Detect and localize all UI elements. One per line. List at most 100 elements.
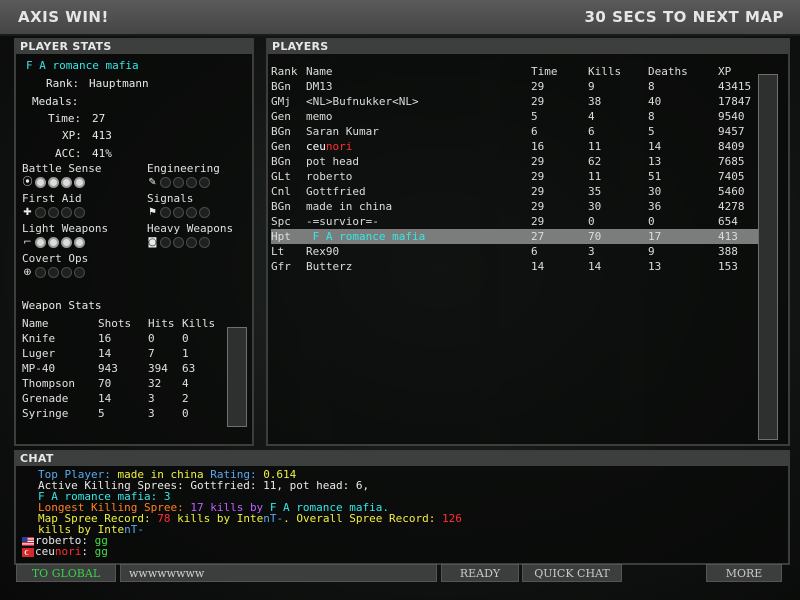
player-cell: 29 <box>531 185 545 198</box>
weapon-stats-scrollbar[interactable] <box>227 327 247 427</box>
player-cell: BGn <box>271 155 291 168</box>
player-cell: BGn <box>271 200 291 213</box>
player-cell: Cnl <box>271 185 291 198</box>
player-cell: 654 <box>718 215 738 228</box>
player-cell: 51 <box>648 170 662 183</box>
weapon-cell: Luger <box>22 347 56 360</box>
skill-star-icon <box>199 177 210 188</box>
player-row[interactable]: Spc -=survior=- 29 0 0 654 <box>271 214 759 229</box>
weapon-cell: 3 <box>148 407 155 420</box>
weapon-stats-header: Name <box>22 317 49 330</box>
player-cell: 62 <box>588 155 602 168</box>
heavy-weapon-icon: ◙ <box>147 237 158 248</box>
skill-name: Battle Sense <box>22 162 102 175</box>
chat-input[interactable]: wwwwwwww <box>120 564 437 582</box>
skill-level-stars: ⌐ <box>22 237 85 248</box>
player-cell: 6 <box>531 125 538 138</box>
winner-banner: AXIS WIN! <box>18 8 109 26</box>
chat-overall-count: 126 <box>442 512 462 525</box>
weapon-cell: 2 <box>182 392 189 405</box>
weapon-row: Thompson 70 32 4 <box>22 376 222 391</box>
weapon-cell: 63 <box>182 362 196 375</box>
player-cell: Butterz <box>306 260 353 273</box>
skill-name: Covert Ops <box>22 252 89 265</box>
player-cell: GLt <box>271 170 291 183</box>
player-row[interactable]: BGn Saran Kumar 6 6 5 9457 <box>271 124 759 139</box>
player-cell: 17847 <box>718 95 752 108</box>
skill-name: First Aid <box>22 192 82 205</box>
weapon-cell: 14 <box>98 347 112 360</box>
player-cell: pot head <box>306 155 359 168</box>
player-row[interactable]: GLt roberto 29 11 51 7405 <box>271 169 759 184</box>
weapon-cell: 5 <box>98 407 105 420</box>
chat-map-record-name-b: nT- <box>263 512 284 525</box>
player-cell: 17 <box>648 229 718 244</box>
player-row[interactable]: Gfr Butterz 14 14 13 153 <box>271 259 759 274</box>
time-value: 27 <box>92 112 106 125</box>
player-cell: 0 <box>588 215 595 228</box>
weapon-cell: 4 <box>182 377 189 390</box>
skill-level-stars: ⚑ <box>147 207 210 218</box>
player-row[interactable]: Hpt F A romance mafia 27 70 17 413 <box>271 229 759 244</box>
player-cell: made in china <box>306 200 393 213</box>
player-cell: -=survior=- <box>306 215 379 228</box>
player-row[interactable]: GMj <NL>Bufnukker<NL> 29 38 40 17847 <box>271 94 759 109</box>
weapon-cell: 0 <box>182 407 189 420</box>
player-row[interactable]: BGn pot head 29 62 13 7685 <box>271 154 759 169</box>
weapon-stats-header: Shots <box>98 317 132 330</box>
weapon-stats-table: Name Shots Hits Kills Knife 16 0 0 Luger 14 7 1 MP-… <box>22 316 222 421</box>
player-cell: 4 <box>588 110 595 123</box>
player-row[interactable]: Lt Rex90 6 3 9 388 <box>271 244 759 259</box>
player-row[interactable]: BGn DM13 29 9 8 43415 <box>271 79 759 94</box>
chat-map-record-count: 78 <box>157 512 171 525</box>
more-button[interactable]: MORE <box>706 564 782 582</box>
player-cell: DM13 <box>306 80 333 93</box>
weapon-row: Knife 16 0 0 <box>22 331 222 346</box>
player-cell: 13 <box>648 260 662 273</box>
weapon-cell: 0 <box>148 332 155 345</box>
player-cell: 8409 <box>718 140 745 153</box>
weapon-cell: Grenade <box>22 392 69 405</box>
weapon-cell: Syringe <box>22 407 69 420</box>
player-row[interactable]: Gen ceunori 16 11 14 8409 <box>271 139 759 154</box>
player-cell: 153 <box>718 260 738 273</box>
skill-star-icon <box>160 207 171 218</box>
player-cell: Saran Kumar <box>306 125 379 138</box>
chat-map-record-mid: kills by <box>177 512 231 525</box>
player-cell: 6 <box>531 245 538 258</box>
player-row[interactable]: BGn made in china 29 30 36 4278 <box>271 199 759 214</box>
chat-colon: : <box>81 545 88 558</box>
to-global-button[interactable]: TO GLOBAL <box>16 564 116 582</box>
skill-name: Signals <box>147 192 194 205</box>
weapon-stats-header: Kills <box>182 317 216 330</box>
chat-overall-label: Overall Spree Record: <box>296 512 436 525</box>
player-cell: 35 <box>588 185 602 198</box>
players-scrollbar[interactable] <box>758 74 778 440</box>
skill-star-icon <box>74 177 85 188</box>
player-row[interactable]: Gen memo 5 4 8 9540 <box>271 109 759 124</box>
player-cell: 5 <box>648 125 655 138</box>
time-label: Time: <box>48 112 82 125</box>
skill-star-icon <box>48 207 59 218</box>
player-cell: 29 <box>531 155 545 168</box>
ready-button[interactable]: READY <box>441 564 519 582</box>
player-cell: 16 <box>531 140 545 153</box>
skill-level-stars: ✚ <box>22 207 85 218</box>
weapon-stats-header: Hits <box>148 317 175 330</box>
weapon-stats-title: Weapon Stats <box>22 299 102 312</box>
weapon-cell: 3 <box>148 392 155 405</box>
player-cell: Gen <box>271 110 291 123</box>
panel-title: PLAYERS <box>268 40 788 54</box>
player-cell: 3 <box>588 245 595 258</box>
player-row[interactable]: Cnl Gottfried 29 35 30 5460 <box>271 184 759 199</box>
weapon-cell: Knife <box>22 332 56 345</box>
players-header: Time <box>531 65 558 78</box>
weapon-cell: 0 <box>182 332 189 345</box>
skill-name: Engineering <box>147 162 220 175</box>
skill-star-icon <box>35 207 46 218</box>
rank-label: Rank: <box>46 77 80 90</box>
quick-chat-button[interactable]: QUICK CHAT <box>522 564 622 582</box>
player-cell: BGn <box>271 80 291 93</box>
player-cell: 36 <box>648 200 662 213</box>
skill-star-icon <box>173 237 184 248</box>
